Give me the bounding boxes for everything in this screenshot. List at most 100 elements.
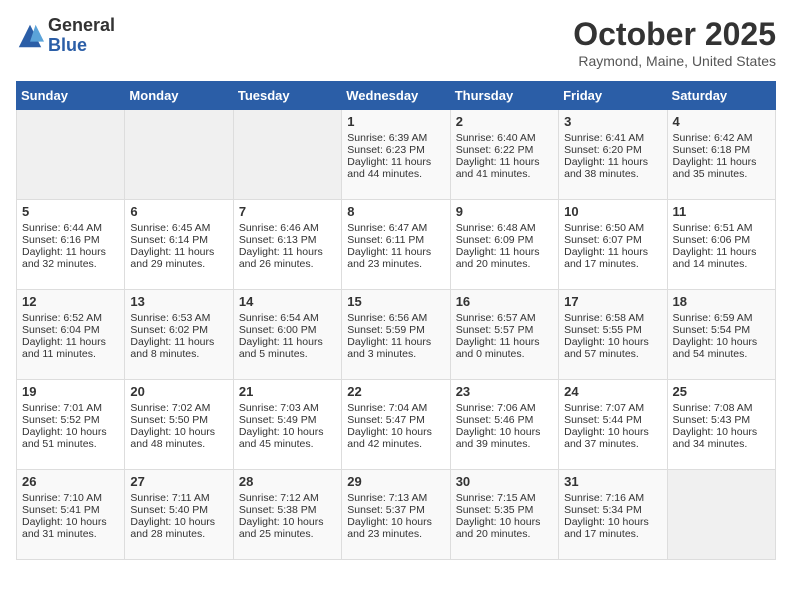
- daylight-text: Daylight: 10 hours and 25 minutes.: [239, 516, 336, 540]
- day-number: 3: [564, 114, 661, 129]
- sunrise-text: Sunrise: 6:44 AM: [22, 222, 119, 234]
- day-number: 28: [239, 474, 336, 489]
- sunset-text: Sunset: 6:04 PM: [22, 324, 119, 336]
- daylight-text: Daylight: 10 hours and 34 minutes.: [673, 426, 770, 450]
- calendar-cell: [233, 110, 341, 200]
- day-number: 17: [564, 294, 661, 309]
- daylight-text: Daylight: 10 hours and 39 minutes.: [456, 426, 553, 450]
- sunset-text: Sunset: 5:54 PM: [673, 324, 770, 336]
- calendar-cell: 12Sunrise: 6:52 AMSunset: 6:04 PMDayligh…: [17, 290, 125, 380]
- daylight-text: Daylight: 10 hours and 45 minutes.: [239, 426, 336, 450]
- sunset-text: Sunset: 6:13 PM: [239, 234, 336, 246]
- day-number: 16: [456, 294, 553, 309]
- sunset-text: Sunset: 6:02 PM: [130, 324, 227, 336]
- daylight-text: Daylight: 11 hours and 0 minutes.: [456, 336, 553, 360]
- sunrise-text: Sunrise: 6:46 AM: [239, 222, 336, 234]
- sunset-text: Sunset: 5:38 PM: [239, 504, 336, 516]
- sunset-text: Sunset: 6:06 PM: [673, 234, 770, 246]
- sunset-text: Sunset: 5:50 PM: [130, 414, 227, 426]
- title-block: October 2025 Raymond, Maine, United Stat…: [573, 16, 776, 69]
- weekday-header: Sunday: [17, 82, 125, 110]
- day-number: 24: [564, 384, 661, 399]
- calendar-cell: 5Sunrise: 6:44 AMSunset: 6:16 PMDaylight…: [17, 200, 125, 290]
- calendar-cell: 15Sunrise: 6:56 AMSunset: 5:59 PMDayligh…: [342, 290, 450, 380]
- sunrise-text: Sunrise: 6:53 AM: [130, 312, 227, 324]
- daylight-text: Daylight: 11 hours and 44 minutes.: [347, 156, 444, 180]
- sunset-text: Sunset: 5:35 PM: [456, 504, 553, 516]
- sunrise-text: Sunrise: 7:13 AM: [347, 492, 444, 504]
- sunrise-text: Sunrise: 6:59 AM: [673, 312, 770, 324]
- daylight-text: Daylight: 11 hours and 38 minutes.: [564, 156, 661, 180]
- calendar-cell: 6Sunrise: 6:45 AMSunset: 6:14 PMDaylight…: [125, 200, 233, 290]
- calendar-cell: [125, 110, 233, 200]
- day-number: 21: [239, 384, 336, 399]
- daylight-text: Daylight: 10 hours and 31 minutes.: [22, 516, 119, 540]
- calendar-table: SundayMondayTuesdayWednesdayThursdayFrid…: [16, 81, 776, 560]
- sunrise-text: Sunrise: 7:04 AM: [347, 402, 444, 414]
- daylight-text: Daylight: 10 hours and 57 minutes.: [564, 336, 661, 360]
- sunrise-text: Sunrise: 6:57 AM: [456, 312, 553, 324]
- sunrise-text: Sunrise: 6:45 AM: [130, 222, 227, 234]
- sunrise-text: Sunrise: 7:02 AM: [130, 402, 227, 414]
- daylight-text: Daylight: 10 hours and 20 minutes.: [456, 516, 553, 540]
- page-header: General Blue October 2025 Raymond, Maine…: [16, 16, 776, 69]
- sunrise-text: Sunrise: 6:56 AM: [347, 312, 444, 324]
- logo-text: General Blue: [48, 16, 115, 56]
- day-number: 18: [673, 294, 770, 309]
- sunrise-text: Sunrise: 6:39 AM: [347, 132, 444, 144]
- sunset-text: Sunset: 6:07 PM: [564, 234, 661, 246]
- sunset-text: Sunset: 5:43 PM: [673, 414, 770, 426]
- calendar-week-row: 1Sunrise: 6:39 AMSunset: 6:23 PMDaylight…: [17, 110, 776, 200]
- day-number: 11: [673, 204, 770, 219]
- sunset-text: Sunset: 6:18 PM: [673, 144, 770, 156]
- calendar-cell: 26Sunrise: 7:10 AMSunset: 5:41 PMDayligh…: [17, 470, 125, 560]
- day-number: 26: [22, 474, 119, 489]
- sunrise-text: Sunrise: 6:54 AM: [239, 312, 336, 324]
- calendar-cell: 31Sunrise: 7:16 AMSunset: 5:34 PMDayligh…: [559, 470, 667, 560]
- sunset-text: Sunset: 5:44 PM: [564, 414, 661, 426]
- calendar-cell: 16 Sunrise: 6:57 AMSunset: 5:57 PMDayligh…: [450, 290, 558, 380]
- day-number: 12: [22, 294, 119, 309]
- calendar-week-row: 19Sunrise: 7:01 AMSunset: 5:52 PMDayligh…: [17, 380, 776, 470]
- sunrise-text: Sunrise: 6:50 AM: [564, 222, 661, 234]
- weekday-header: Friday: [559, 82, 667, 110]
- sunset-text: Sunset: 5:59 PM: [347, 324, 444, 336]
- logo-general: General: [48, 16, 115, 36]
- calendar-cell: 9Sunrise: 6:48 AMSunset: 6:09 PMDaylight…: [450, 200, 558, 290]
- calendar-cell: 29Sunrise: 7:13 AMSunset: 5:37 PMDayligh…: [342, 470, 450, 560]
- daylight-text: Daylight: 11 hours and 5 minutes.: [239, 336, 336, 360]
- calendar-cell: 14Sunrise: 6:54 AMSunset: 6:00 PMDayligh…: [233, 290, 341, 380]
- day-number: 22: [347, 384, 444, 399]
- sunset-text: Sunset: 5:55 PM: [564, 324, 661, 336]
- calendar-cell: 10Sunrise: 6:50 AMSunset: 6:07 PMDayligh…: [559, 200, 667, 290]
- calendar-cell: 24Sunrise: 7:07 AMSunset: 5:44 PMDayligh…: [559, 380, 667, 470]
- daylight-text: Daylight: 10 hours and 48 minutes.: [130, 426, 227, 450]
- calendar-cell: 22Sunrise: 7:04 AMSunset: 5:47 PMDayligh…: [342, 380, 450, 470]
- weekday-header: Monday: [125, 82, 233, 110]
- day-number: 2: [456, 114, 553, 129]
- daylight-text: Daylight: 10 hours and 23 minutes.: [347, 516, 444, 540]
- calendar-week-row: 26Sunrise: 7:10 AMSunset: 5:41 PMDayligh…: [17, 470, 776, 560]
- calendar-cell: 4Sunrise: 6:42 AMSunset: 6:18 PMDaylight…: [667, 110, 775, 200]
- sunrise-text: Sunrise: 7:01 AM: [22, 402, 119, 414]
- daylight-text: Daylight: 11 hours and 29 minutes.: [130, 246, 227, 270]
- sunset-text: Sunset: 5:40 PM: [130, 504, 227, 516]
- daylight-text: Daylight: 11 hours and 26 minutes.: [239, 246, 336, 270]
- calendar-cell: [17, 110, 125, 200]
- sunrise-text: Sunrise: 6:40 AM: [456, 132, 553, 144]
- sunset-text: Sunset: 5:52 PM: [22, 414, 119, 426]
- sunrise-text: Sunrise: 7:15 AM: [456, 492, 553, 504]
- calendar-cell: 28Sunrise: 7:12 AMSunset: 5:38 PMDayligh…: [233, 470, 341, 560]
- weekday-header: Wednesday: [342, 82, 450, 110]
- sunset-text: Sunset: 6:14 PM: [130, 234, 227, 246]
- sunrise-text: Sunrise: 7:06 AM: [456, 402, 553, 414]
- calendar-week-row: 5Sunrise: 6:44 AMSunset: 6:16 PMDaylight…: [17, 200, 776, 290]
- sunrise-text: Sunrise: 7:03 AM: [239, 402, 336, 414]
- sunset-text: Sunset: 5:46 PM: [456, 414, 553, 426]
- day-number: 8: [347, 204, 444, 219]
- daylight-text: Daylight: 10 hours and 54 minutes.: [673, 336, 770, 360]
- sunset-text: Sunset: 5:57 PM: [456, 324, 553, 336]
- sunset-text: Sunset: 6:20 PM: [564, 144, 661, 156]
- sunrise-text: Sunrise: 6:42 AM: [673, 132, 770, 144]
- calendar-cell: 20Sunrise: 7:02 AMSunset: 5:50 PMDayligh…: [125, 380, 233, 470]
